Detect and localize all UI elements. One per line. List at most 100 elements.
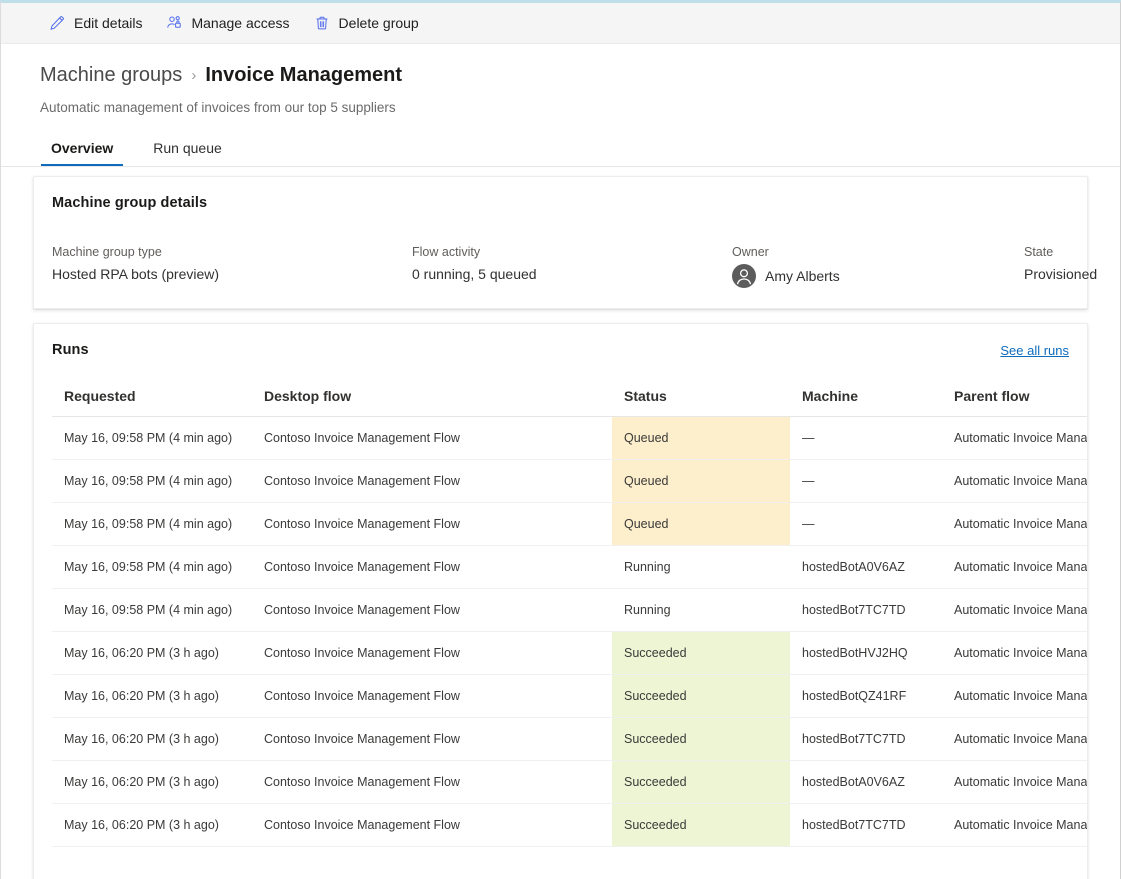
- cell-requested: May 16, 09:58 PM (4 min ago): [52, 460, 252, 503]
- cell-parent-flow: Automatic Invoice Manage...: [942, 589, 1088, 632]
- cell-machine: hostedBotHVJ2HQ: [790, 632, 942, 675]
- see-all-runs-link[interactable]: See all runs: [1000, 343, 1069, 358]
- details-grid: Machine group type Hosted RPA bots (prev…: [52, 244, 1069, 288]
- detail-machine-group-type: Machine group type Hosted RPA bots (prev…: [52, 244, 412, 288]
- cell-parent-flow: Automatic Invoice Manage...: [942, 675, 1088, 718]
- column-header-machine[interactable]: Machine: [790, 380, 942, 417]
- cell-machine: hostedBotQZ41RF: [790, 675, 942, 718]
- column-header-parent-flow[interactable]: Parent flow: [942, 380, 1088, 417]
- trash-icon: [314, 15, 330, 31]
- runs-card: Runs See all runs Requested Desktop flow…: [33, 323, 1088, 879]
- cell-requested: May 16, 09:58 PM (4 min ago): [52, 589, 252, 632]
- cell-desktop-flow[interactable]: Contoso Invoice Management Flow: [252, 546, 612, 589]
- table-row[interactable]: May 16, 09:58 PM (4 min ago)Contoso Invo…: [52, 546, 1088, 589]
- cell-parent-flow: Automatic Invoice Manage...: [942, 632, 1088, 675]
- pencil-icon: [49, 15, 65, 31]
- status-badge: Queued: [612, 417, 790, 460]
- detail-label: State: [1024, 244, 1097, 260]
- manage-access-label: Manage access: [191, 15, 289, 31]
- cell-desktop-flow[interactable]: Contoso Invoice Management Flow: [252, 460, 612, 503]
- cell-requested: May 16, 06:20 PM (3 h ago): [52, 761, 252, 804]
- cell-machine: —: [790, 503, 942, 546]
- cell-requested: May 16, 06:20 PM (3 h ago): [52, 718, 252, 761]
- cell-requested: May 16, 09:58 PM (4 min ago): [52, 417, 252, 460]
- edit-details-button[interactable]: Edit details: [39, 9, 152, 37]
- status-badge: Queued: [612, 460, 790, 503]
- column-header-requested[interactable]: Requested: [52, 380, 252, 417]
- tab-run-queue-label: Run queue: [153, 140, 222, 156]
- table-row[interactable]: May 16, 06:20 PM (3 h ago)Contoso Invoic…: [52, 675, 1088, 718]
- runs-card-header: Runs See all runs: [52, 342, 1069, 358]
- tab-overview[interactable]: Overview: [41, 136, 123, 166]
- detail-owner: Owner Amy Alberts: [732, 244, 1024, 288]
- runs-card-title: Runs: [52, 342, 89, 358]
- manage-access-button[interactable]: Manage access: [156, 9, 299, 37]
- cell-machine: hostedBot7TC7TD: [790, 804, 942, 847]
- detail-label: Owner: [732, 244, 1024, 260]
- machine-group-details-card: Machine group details Machine group type…: [33, 176, 1088, 309]
- table-row[interactable]: May 16, 06:20 PM (3 h ago)Contoso Invoic…: [52, 804, 1088, 847]
- edit-details-label: Edit details: [74, 15, 142, 31]
- cell-desktop-flow[interactable]: Contoso Invoice Management Flow: [252, 632, 612, 675]
- status-badge: Succeeded: [612, 675, 790, 718]
- status-badge: Running: [612, 546, 790, 589]
- cell-requested: May 16, 06:20 PM (3 h ago): [52, 675, 252, 718]
- runs-table-head: Requested Desktop flow Status Machine Pa…: [52, 380, 1088, 417]
- cell-parent-flow: Automatic Invoice Manage...: [942, 718, 1088, 761]
- cell-requested: May 16, 06:20 PM (3 h ago): [52, 632, 252, 675]
- cell-parent-flow: Automatic Invoice Manage...: [942, 761, 1088, 804]
- runs-table-body: May 16, 09:58 PM (4 min ago)Contoso Invo…: [52, 417, 1088, 847]
- cell-desktop-flow[interactable]: Contoso Invoice Management Flow: [252, 503, 612, 546]
- cell-parent-flow: Automatic Invoice Manage...: [942, 417, 1088, 460]
- table-row[interactable]: May 16, 09:58 PM (4 min ago)Contoso Invo…: [52, 589, 1088, 632]
- status-badge: Succeeded: [612, 632, 790, 675]
- detail-value: Provisioned: [1024, 264, 1097, 284]
- table-row[interactable]: May 16, 09:58 PM (4 min ago)Contoso Invo…: [52, 503, 1088, 546]
- status-badge: Succeeded: [612, 804, 790, 847]
- cell-desktop-flow[interactable]: Contoso Invoice Management Flow: [252, 761, 612, 804]
- runs-table: Requested Desktop flow Status Machine Pa…: [52, 380, 1088, 847]
- tab-run-queue[interactable]: Run queue: [143, 136, 232, 166]
- detail-value: Hosted RPA bots (preview): [52, 264, 412, 284]
- delete-group-button[interactable]: Delete group: [304, 9, 429, 37]
- table-row[interactable]: May 16, 06:20 PM (3 h ago)Contoso Invoic…: [52, 632, 1088, 675]
- cell-machine: hostedBotA0V6AZ: [790, 546, 942, 589]
- page-title: Invoice Management: [205, 62, 402, 88]
- status-badge: Succeeded: [612, 761, 790, 804]
- table-row[interactable]: May 16, 09:58 PM (4 min ago)Contoso Invo…: [52, 417, 1088, 460]
- page-subtitle: Automatic management of invoices from ou…: [40, 99, 1082, 117]
- cell-desktop-flow[interactable]: Contoso Invoice Management Flow: [252, 675, 612, 718]
- cell-machine: —: [790, 417, 942, 460]
- table-row[interactable]: May 16, 06:20 PM (3 h ago)Contoso Invoic…: [52, 718, 1088, 761]
- cell-desktop-flow[interactable]: Contoso Invoice Management Flow: [252, 718, 612, 761]
- cell-desktop-flow[interactable]: Contoso Invoice Management Flow: [252, 804, 612, 847]
- page-header: Machine groups › Invoice Management Auto…: [1, 44, 1120, 166]
- details-card-title: Machine group details: [52, 195, 1069, 211]
- cell-parent-flow: Automatic Invoice Manage...: [942, 804, 1088, 847]
- cell-machine: —: [790, 460, 942, 503]
- status-badge: Queued: [612, 503, 790, 546]
- cell-desktop-flow[interactable]: Contoso Invoice Management Flow: [252, 417, 612, 460]
- detail-flow-activity: Flow activity 0 running, 5 queued: [412, 244, 732, 288]
- status-badge: Succeeded: [612, 718, 790, 761]
- cell-machine: hostedBot7TC7TD: [790, 718, 942, 761]
- cell-desktop-flow[interactable]: Contoso Invoice Management Flow: [252, 589, 612, 632]
- cell-requested: May 16, 09:58 PM (4 min ago): [52, 546, 252, 589]
- manage-access-icon: [166, 15, 182, 31]
- table-header-row: Requested Desktop flow Status Machine Pa…: [52, 380, 1088, 417]
- breadcrumb: Machine groups › Invoice Management: [40, 62, 1082, 90]
- column-header-desktop-flow[interactable]: Desktop flow: [252, 380, 612, 417]
- owner-name: Amy Alberts: [765, 266, 840, 286]
- delete-group-label: Delete group: [339, 15, 419, 31]
- breadcrumb-parent-link[interactable]: Machine groups: [40, 62, 182, 88]
- cell-machine: hostedBotA0V6AZ: [790, 761, 942, 804]
- column-header-status[interactable]: Status: [612, 380, 790, 417]
- tab-list: Overview Run queue: [40, 136, 1082, 166]
- table-row[interactable]: May 16, 09:58 PM (4 min ago)Contoso Invo…: [52, 460, 1088, 503]
- avatar: [732, 264, 756, 288]
- detail-value: 0 running, 5 queued: [412, 264, 732, 284]
- table-row[interactable]: May 16, 06:20 PM (3 h ago)Contoso Invoic…: [52, 761, 1088, 804]
- tab-overview-label: Overview: [51, 140, 113, 156]
- detail-label: Machine group type: [52, 244, 412, 260]
- breadcrumb-separator-icon: ›: [191, 63, 196, 89]
